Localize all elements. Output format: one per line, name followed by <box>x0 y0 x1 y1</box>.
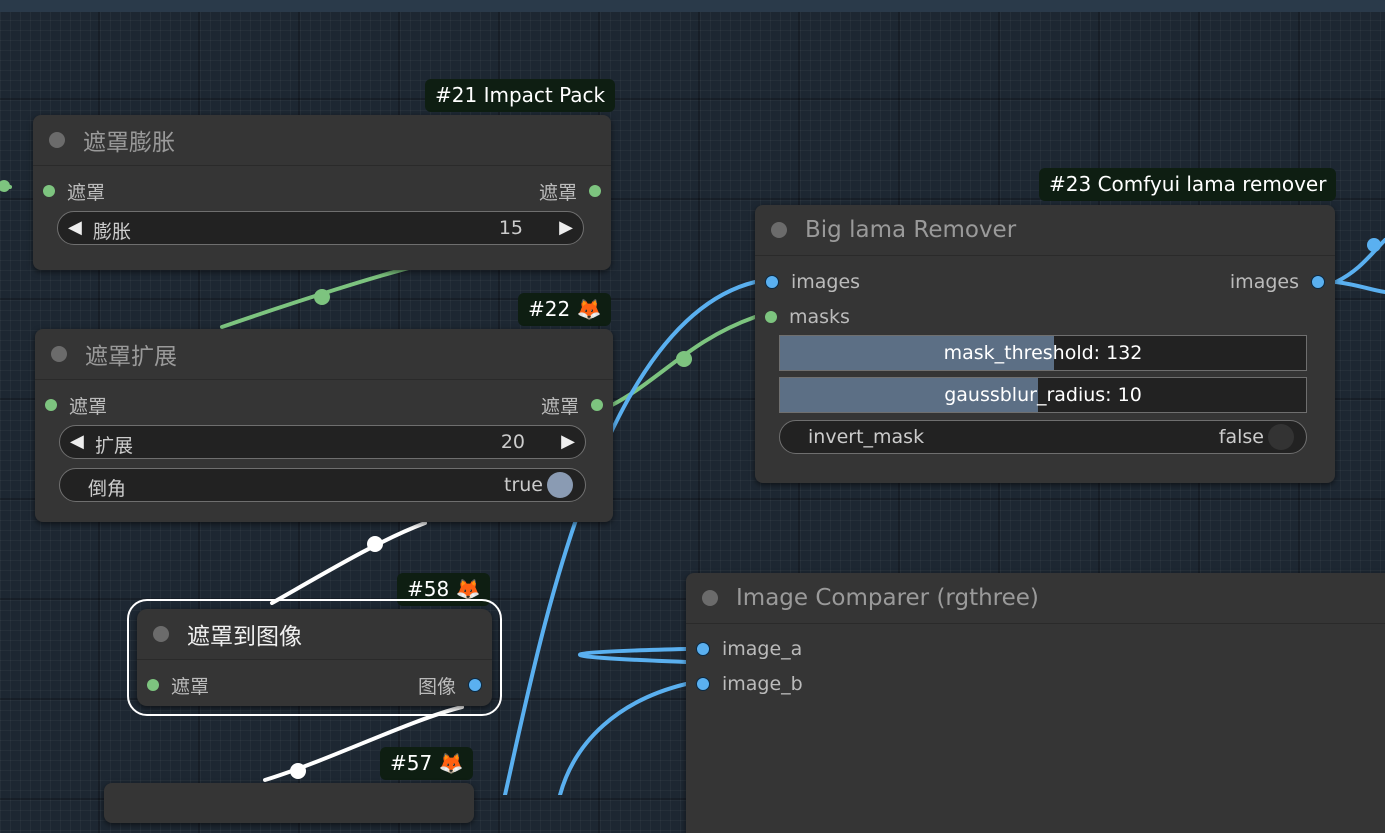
node-mask-expand[interactable]: 遮罩扩展 遮罩 遮罩 ◀ 扩展 20 ▶ 倒角 true <box>35 329 613 522</box>
input-dot-icon[interactable] <box>765 311 777 323</box>
link-midpoint <box>0 180 10 192</box>
link-midpoint <box>1367 238 1381 252</box>
input-dot-icon[interactable] <box>696 642 710 656</box>
input-label: image_a <box>722 638 803 660</box>
output-port-images[interactable]: images <box>1230 271 1325 293</box>
input-label: 遮罩 <box>69 395 108 418</box>
decrement-arrow-icon[interactable]: ◀ <box>68 217 82 238</box>
image-link-23-out-2 <box>1334 280 1385 294</box>
node-title: Image Comparer (rgthree) <box>736 585 1039 611</box>
node-57-badge: #57 🦊 <box>380 747 474 780</box>
collapse-dot-icon[interactable] <box>51 346 67 362</box>
output-dot-icon[interactable] <box>591 399 603 411</box>
input-port-mask[interactable]: 遮罩 <box>43 180 106 204</box>
toggle-value: false <box>1218 426 1264 448</box>
link-midpoint <box>314 289 330 305</box>
input-label: 遮罩 <box>67 181 106 204</box>
widget-label: 扩展 <box>95 435 134 457</box>
input-label: image_b <box>722 673 803 695</box>
node-57-partial[interactable] <box>104 783 474 823</box>
widget-value: 20 <box>500 431 525 453</box>
input-dot-icon[interactable] <box>43 185 55 197</box>
dilate-number-widget[interactable]: ◀ 膨胀 15 ▶ <box>57 211 584 245</box>
link-midpoint <box>367 536 383 552</box>
collapse-dot-icon[interactable] <box>771 222 787 238</box>
toggle-label: 倒角 <box>88 478 127 500</box>
node-mask-to-image[interactable]: 遮罩到图像 遮罩 图像 <box>127 599 502 716</box>
widget-label: 膨胀 <box>93 221 132 243</box>
collapse-dot-icon[interactable] <box>49 132 65 148</box>
input-dot-icon[interactable] <box>696 677 710 691</box>
toggle-value: true <box>504 474 543 496</box>
node-title-bar[interactable]: Image Comparer (rgthree) <box>686 573 1385 624</box>
output-label: 遮罩 <box>540 395 579 418</box>
node-21-badge: #21 Impact Pack <box>425 79 616 112</box>
output-label: images <box>1229 271 1299 293</box>
link-midpoint <box>290 763 306 779</box>
input-dot-icon[interactable] <box>45 399 57 411</box>
node-title-bar[interactable]: Big lama Remover <box>755 205 1335 256</box>
output-port-mask[interactable]: 遮罩 <box>540 394 603 418</box>
output-port-image[interactable]: 图像 <box>417 674 482 698</box>
output-label: 遮罩 <box>538 181 577 204</box>
output-dot-icon[interactable] <box>589 185 601 197</box>
node-mask-dilate[interactable]: 遮罩膨胀 遮罩 遮罩 ◀ 膨胀 15 ▶ <box>33 115 611 270</box>
input-dot-icon[interactable] <box>147 679 159 691</box>
tapered-corners-toggle[interactable]: 倒角 true <box>59 468 586 502</box>
node-22-badge: #22 🦊 <box>518 293 612 326</box>
toggle-off-icon[interactable] <box>1268 423 1294 450</box>
link-midpoint <box>676 351 692 367</box>
node-title: 遮罩扩展 <box>85 344 177 370</box>
increment-arrow-icon[interactable]: ▶ <box>561 431 575 452</box>
toggle-label: invert_mask <box>808 426 925 448</box>
output-dot-icon[interactable] <box>1311 275 1325 289</box>
input-port-image-a[interactable]: image_a <box>696 638 802 660</box>
node-title: 遮罩膨胀 <box>83 130 175 156</box>
input-port-mask[interactable]: 遮罩 <box>147 674 210 698</box>
node-23-badge: #23 Comfyui lama remover <box>1039 168 1337 201</box>
node-image-comparer[interactable]: Image Comparer (rgthree) image_a image_b <box>686 573 1385 833</box>
node-title-bar[interactable]: 遮罩膨胀 <box>33 115 611 166</box>
input-port-image-b[interactable]: image_b <box>696 673 803 695</box>
node-big-lama-remover[interactable]: Big lama Remover images masks images mas… <box>755 205 1335 483</box>
decrement-arrow-icon[interactable]: ◀ <box>70 431 84 452</box>
input-port-mask[interactable]: 遮罩 <box>45 394 108 418</box>
input-dot-icon[interactable] <box>765 275 779 289</box>
collapse-dot-icon[interactable] <box>702 590 718 606</box>
slider-label: gaussblur_radius: 10 <box>944 384 1142 406</box>
increment-arrow-icon[interactable]: ▶ <box>559 217 573 238</box>
image-link-to-comparer-b <box>558 682 688 795</box>
output-port-mask[interactable]: 遮罩 <box>538 180 601 204</box>
node-title: 遮罩到图像 <box>187 624 302 650</box>
toggle-on-icon[interactable] <box>547 471 573 498</box>
expand-number-widget[interactable]: ◀ 扩展 20 ▶ <box>59 425 586 459</box>
slider-label: mask_threshold: 132 <box>943 342 1143 364</box>
collapse-dot-icon[interactable] <box>153 626 169 642</box>
widget-value: 15 <box>498 217 523 239</box>
node-58-badge: #58 🦊 <box>397 573 491 606</box>
input-port-images[interactable]: images <box>765 271 860 293</box>
node-title: Big lama Remover <box>805 217 1017 243</box>
invert-mask-toggle[interactable]: invert_mask false <box>779 420 1307 454</box>
gaussblur-radius-slider[interactable]: gaussblur_radius: 10 <box>779 377 1307 413</box>
input-label: images <box>791 271 861 293</box>
input-label: 遮罩 <box>171 675 210 698</box>
input-label: masks <box>789 306 850 328</box>
output-dot-icon[interactable] <box>468 678 482 692</box>
output-label: 图像 <box>417 675 456 698</box>
image-link-to-comparer-a <box>578 647 688 664</box>
input-port-masks[interactable]: masks <box>765 306 850 328</box>
node-title-bar[interactable]: 遮罩扩展 <box>35 329 613 380</box>
mask-threshold-slider[interactable]: mask_threshold: 132 <box>779 335 1307 371</box>
node-title-bar[interactable]: 遮罩到图像 <box>137 609 492 660</box>
